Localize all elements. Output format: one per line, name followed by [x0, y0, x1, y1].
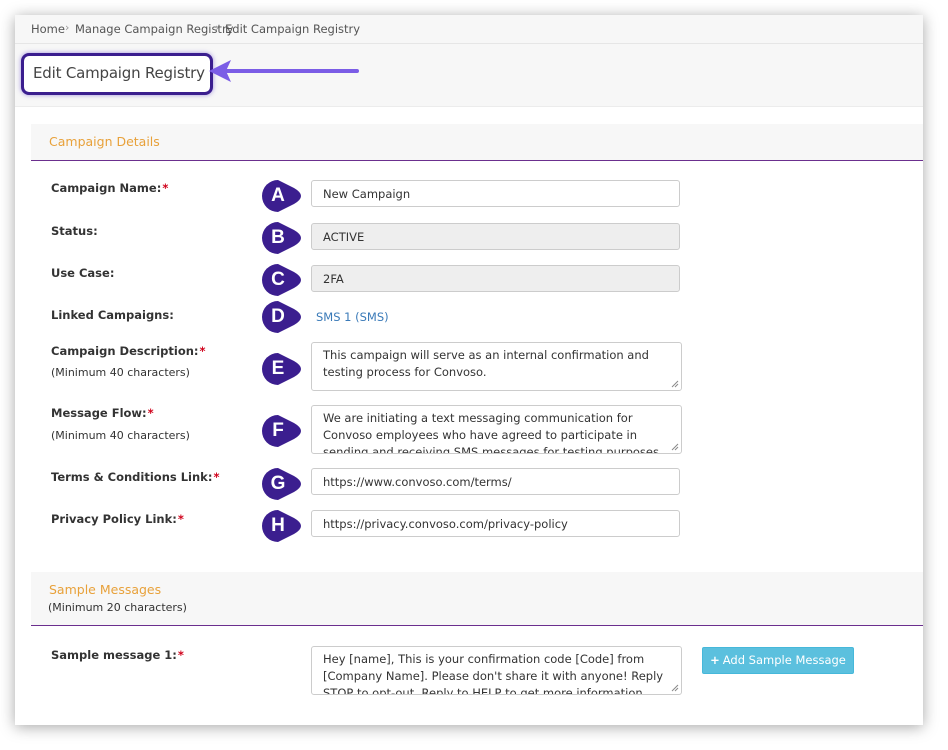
marker-letter: H	[271, 515, 285, 536]
campaign-description-hint: (Minimum 40 characters)	[51, 366, 190, 379]
textarea-text: This campaign will serve as an internal …	[323, 348, 649, 379]
campaign-details-header: Campaign Details	[31, 124, 923, 161]
resize-handle-icon[interactable]	[671, 380, 679, 388]
breadcrumb-separator: ›	[215, 21, 220, 34]
marker-letter: F	[272, 420, 284, 441]
section-title: Sample Messages	[49, 582, 162, 597]
marker-h: H	[261, 509, 311, 543]
message-flow-hint: (Minimum 40 characters)	[51, 429, 190, 442]
required-asterisk: *	[177, 512, 184, 526]
section-title: Campaign Details	[49, 134, 160, 149]
page-header: Edit Campaign Registry	[15, 44, 923, 107]
textarea-text: We are initiating a text messaging commu…	[323, 411, 663, 454]
resize-handle-icon[interactable]	[671, 684, 679, 692]
campaign-name-input[interactable]: New Campaign	[311, 180, 680, 207]
terms-link-input[interactable]: https://www.convoso.com/terms/	[311, 468, 680, 495]
textarea-text: Hey [name], This is your confirmation co…	[323, 652, 664, 695]
required-asterisk: *	[147, 406, 154, 420]
required-asterisk: *	[177, 648, 184, 662]
marker-g: G	[261, 467, 311, 501]
plus-icon: +	[710, 653, 720, 667]
app-window: Home › Manage Campaign Registry › Edit C…	[15, 15, 923, 725]
button-label: Add Sample Message	[722, 653, 846, 667]
sample-message-1-textarea[interactable]: Hey [name], This is your confirmation co…	[311, 646, 682, 695]
campaign-name-label: Campaign Name:*	[51, 181, 169, 195]
add-sample-message-button[interactable]: + Add Sample Message	[702, 647, 854, 674]
sample-messages-header: Sample Messages (Minimum 20 characters)	[31, 572, 923, 626]
required-asterisk: *	[162, 181, 169, 195]
message-flow-textarea[interactable]: We are initiating a text messaging commu…	[311, 405, 682, 454]
marker-f: F	[261, 414, 311, 448]
marker-letter: D	[271, 306, 285, 327]
breadcrumb-home[interactable]: Home	[31, 22, 65, 36]
marker-e: E	[261, 352, 311, 386]
breadcrumb-manage-campaign-registry[interactable]: Manage Campaign Registry	[75, 22, 233, 36]
arrow-left-icon	[209, 60, 359, 82]
breadcrumb-current: Edit Campaign Registry	[225, 22, 361, 36]
required-asterisk: *	[199, 344, 206, 358]
required-asterisk: *	[213, 470, 220, 484]
terms-link-label: Terms & Conditions Link:*	[51, 470, 220, 484]
marker-c: C	[261, 263, 311, 297]
status-label: Status:	[51, 224, 98, 238]
marker-letter: B	[271, 227, 285, 248]
marker-letter: C	[271, 269, 285, 290]
privacy-link-label: Privacy Policy Link:*	[51, 512, 184, 526]
marker-d: D	[261, 300, 311, 334]
marker-letter: G	[270, 473, 286, 494]
campaign-description-textarea[interactable]: This campaign will serve as an internal …	[311, 342, 682, 391]
marker-letter: A	[271, 185, 285, 206]
page-title: Edit Campaign Registry	[33, 64, 205, 82]
status-field: ACTIVE	[311, 223, 680, 250]
use-case-field: 2FA	[311, 265, 680, 292]
sample-message-1-label: Sample message 1:*	[51, 648, 184, 662]
message-flow-label: Message Flow:*	[51, 406, 154, 420]
use-case-label: Use Case:	[51, 266, 115, 280]
section-subtitle: (Minimum 20 characters)	[48, 601, 187, 614]
marker-a: A	[261, 179, 311, 213]
marker-letter: E	[271, 358, 285, 379]
resize-handle-icon[interactable]	[671, 443, 679, 451]
marker-b: B	[261, 221, 311, 255]
campaign-description-label: Campaign Description:*	[51, 344, 206, 358]
privacy-link-input[interactable]: https://privacy.convoso.com/privacy-poli…	[311, 510, 680, 537]
breadcrumb: Home › Manage Campaign Registry › Edit C…	[15, 15, 923, 44]
breadcrumb-separator: ›	[65, 21, 70, 34]
page-title-highlight: Edit Campaign Registry	[21, 53, 213, 95]
linked-campaigns-label: Linked Campaigns:	[51, 308, 174, 322]
linked-campaign-link[interactable]: SMS 1 (SMS)	[316, 310, 389, 324]
